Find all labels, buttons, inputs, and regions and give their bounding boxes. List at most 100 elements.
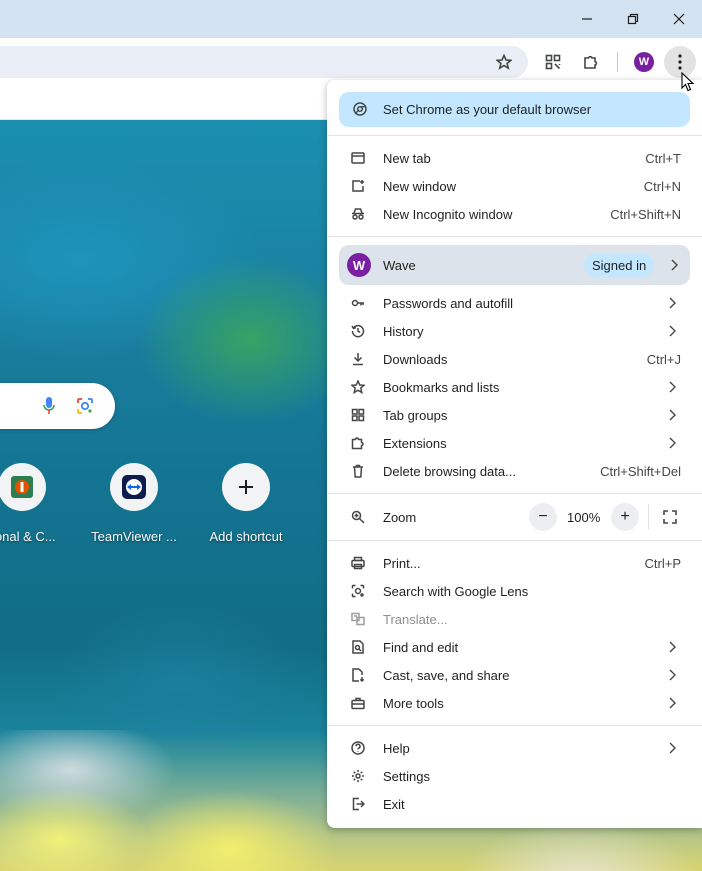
menu-item-exit[interactable]: Exit (327, 790, 702, 818)
menu-item-label: Downloads (383, 352, 448, 367)
menu-item-shortcut: Ctrl+T (645, 151, 681, 166)
microphone-icon[interactable] (42, 396, 56, 416)
star-icon (496, 54, 512, 70)
default-browser-banner[interactable]: Set Chrome as your default browser (339, 92, 690, 127)
google-lens-icon (351, 584, 365, 598)
fullscreen-icon (663, 510, 677, 524)
menu-separator (327, 236, 702, 237)
menu-item-label: Passwords and autofill (383, 296, 514, 311)
key-icon (351, 296, 365, 310)
three-dots-icon (678, 54, 682, 70)
menu-item-history[interactable]: History (327, 317, 702, 345)
menu-item-label: Extensions (383, 436, 447, 451)
zoom-icon (351, 510, 365, 527)
fullscreen-button[interactable] (663, 510, 677, 527)
menu-item-shortcut: Ctrl+N (643, 179, 681, 194)
puzzle-icon (351, 436, 365, 450)
chevron-right-icon (670, 259, 678, 274)
minimize-icon (582, 18, 592, 20)
menu-item-settings[interactable]: Settings (327, 762, 702, 790)
profile-avatar: W (347, 253, 371, 277)
menu-item-translate[interactable]: Translate... (327, 605, 702, 633)
menu-item-label: Find and edit (383, 640, 459, 655)
menu-item-shortcut: Ctrl+J (646, 352, 681, 367)
ntp-search-box[interactable] (0, 383, 115, 429)
minimize-button[interactable] (564, 4, 610, 34)
chevron-right-icon (668, 437, 678, 449)
site-favicon-icon (11, 476, 33, 498)
close-icon (673, 13, 685, 25)
toolbox-icon (351, 696, 365, 710)
chevron-right-icon (668, 381, 678, 393)
qr-code-button[interactable] (538, 47, 568, 77)
zoom-in-button[interactable]: + (611, 503, 639, 531)
menu-item-find-and-edit[interactable]: Find and edit (327, 633, 702, 661)
extensions-button[interactable] (576, 47, 606, 77)
signed-in-badge: Signed in (584, 253, 655, 277)
shortcut-label: Add shortcut (209, 529, 283, 544)
menu-item-label: Tab groups (383, 408, 448, 423)
menu-item-print[interactable]: Print... Ctrl+P (327, 549, 702, 577)
help-icon (351, 741, 365, 755)
puzzle-icon (584, 55, 598, 69)
menu-item-cast-save-and-share[interactable]: Cast, save, and share (327, 661, 702, 689)
chevron-right-icon (668, 742, 678, 754)
menu-item-more-tools[interactable]: More tools (327, 689, 702, 717)
menu-item-tab-groups[interactable]: Tab groups (327, 401, 702, 429)
menu-item-label: Zoom (383, 510, 417, 525)
add-shortcut-button[interactable]: Add shortcut (191, 463, 301, 544)
menu-item-extensions[interactable]: Extensions (327, 429, 702, 457)
menu-item-label: Print... (383, 556, 421, 571)
zoom-out-button[interactable]: − (529, 503, 557, 531)
find-page-icon (351, 640, 365, 654)
menu-item-new-window[interactable]: New window Ctrl+N (327, 172, 702, 200)
menu-item-new-tab[interactable]: New tab Ctrl+T (327, 144, 702, 172)
qr-code-icon (545, 54, 561, 70)
chevron-right-icon (668, 297, 678, 309)
menu-separator (327, 493, 702, 494)
menu-item-new-incognito-window[interactable]: New Incognito window Ctrl+Shift+N (327, 200, 702, 228)
shortcut-teamviewer[interactable]: TeamViewer ... (79, 463, 189, 544)
menu-item-label: New Incognito window (383, 207, 513, 222)
menu-item-label: New tab (383, 151, 431, 166)
close-window-button[interactable] (656, 4, 702, 34)
menu-item-bookmarks-and-lists[interactable]: Bookmarks and lists (327, 373, 702, 401)
menu-item-label: Delete browsing data... (383, 464, 516, 479)
shortcut-label: sonal & C... (0, 529, 56, 544)
download-icon (351, 352, 365, 366)
shortcut-tile (110, 463, 158, 511)
menu-item-delete-browsing-data[interactable]: Delete browsing data... Ctrl+Shift+Del (327, 457, 702, 485)
history-icon (351, 324, 365, 338)
menu-profile-row[interactable]: W Wave Signed in (339, 245, 690, 285)
profile-avatar-button[interactable]: W (634, 52, 654, 72)
restore-icon (627, 13, 639, 25)
bookmark-star-button[interactable] (489, 47, 519, 77)
tab-groups-icon (351, 408, 365, 422)
menu-item-search-with-google-lens[interactable]: Search with Google Lens (327, 577, 702, 605)
menu-item-passwords-and-autofill[interactable]: Passwords and autofill (327, 289, 702, 317)
menu-item-label: Translate... (383, 612, 448, 627)
shortcut-tile (0, 463, 46, 511)
menu-item-label: More tools (383, 696, 444, 711)
menu-item-shortcut: Ctrl+Shift+Del (600, 464, 681, 479)
menu-item-label: Search with Google Lens (383, 584, 529, 599)
shortcut-label: TeamViewer ... (91, 529, 177, 544)
shortcut-personal[interactable]: sonal & C... (0, 463, 77, 544)
profile-name: Wave (383, 258, 416, 273)
address-bar[interactable] (0, 46, 528, 78)
google-lens-icon[interactable] (76, 397, 94, 415)
mouse-cursor-icon (681, 72, 695, 92)
printer-icon (351, 556, 365, 570)
chrome-menu: Set Chrome as your default browser New t… (327, 80, 702, 828)
menu-item-label: Help (383, 741, 410, 756)
restore-button[interactable] (610, 4, 656, 34)
menu-item-label: Exit (383, 797, 405, 812)
chevron-right-icon (668, 697, 678, 709)
zoom-divider (648, 504, 649, 530)
chevron-right-icon (668, 641, 678, 653)
menu-item-downloads[interactable]: Downloads Ctrl+J (327, 345, 702, 373)
toolbar-divider (617, 52, 618, 72)
menu-item-help[interactable]: Help (327, 734, 702, 762)
menu-item-label: Bookmarks and lists (383, 380, 500, 395)
title-bar (0, 0, 702, 38)
